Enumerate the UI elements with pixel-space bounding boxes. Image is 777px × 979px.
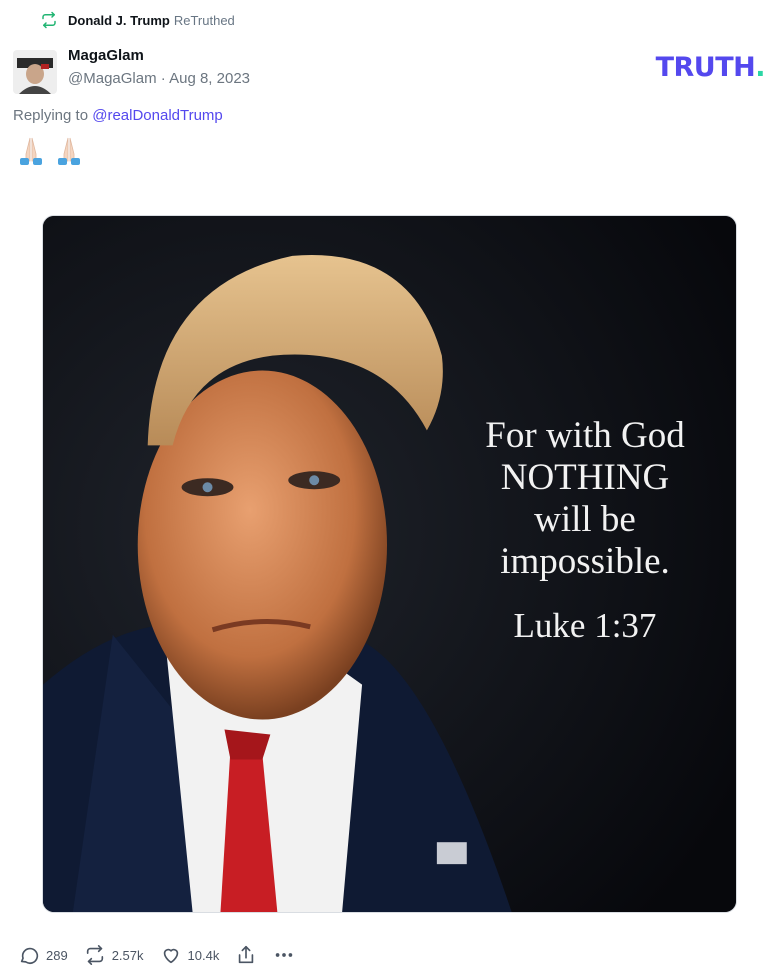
retruth-count: 2.57k [111,947,144,963]
folded-hands-icon [58,137,80,165]
replying-to: Replying to @realDonaldTrump [13,107,223,124]
folded-hands-icon [20,137,42,165]
post-header: MagaGlam @MagaGlam · Aug 8, 2023 [13,46,250,94]
truth-logo-dot: . [755,52,765,83]
post-text-emojis [15,134,85,166]
reply-button[interactable]: 289 [18,944,68,966]
replying-prefix: Replying to [13,107,89,124]
share-button[interactable] [235,944,257,966]
handle-date-line: @MagaGlam · Aug 8, 2023 [68,69,250,89]
reply-count: 289 [46,947,68,963]
retruth-banner: Donald J. Trump ReTruthed [40,10,235,30]
like-button[interactable]: 10.4k [160,944,220,966]
like-count: 10.4k [187,947,220,963]
separator: · [160,70,166,87]
heart-icon [163,948,178,964]
post-date[interactable]: Aug 8, 2023 [169,70,250,87]
action-bar: 289 2.57k 10.4k [18,941,311,969]
avatar[interactable] [13,50,57,94]
ellipsis-icon [276,953,293,957]
retruth-label: ReTruthed [173,12,235,28]
quote-citation: Luke 1:37 [513,606,657,645]
quote-line: For with God [485,415,685,456]
retruth-button[interactable]: 2.57k [84,944,144,966]
retruth-icon [42,11,56,29]
share-icon [239,945,254,964]
mention-link[interactable]: @realDonaldTrump [92,107,223,124]
quote-text: For with God NOTHING will be impossible. [455,415,715,583]
retruth-icon [86,945,103,965]
quote-line: NOTHING [500,457,670,498]
reply-icon [20,947,39,965]
quote-line: will be [534,499,636,540]
display-name[interactable]: MagaGlam [68,46,250,66]
more-options-button[interactable] [273,944,295,966]
handle[interactable]: @MagaGlam [68,70,157,87]
truth-logo: TRUTH. [655,52,766,83]
post-image[interactable]: For with God NOTHING will be impossible.… [42,215,737,913]
truth-logo-text: TRUTH [655,52,756,83]
retruth-user[interactable]: Donald J. Trump [68,13,170,28]
quote-line: impossible. [500,541,670,582]
